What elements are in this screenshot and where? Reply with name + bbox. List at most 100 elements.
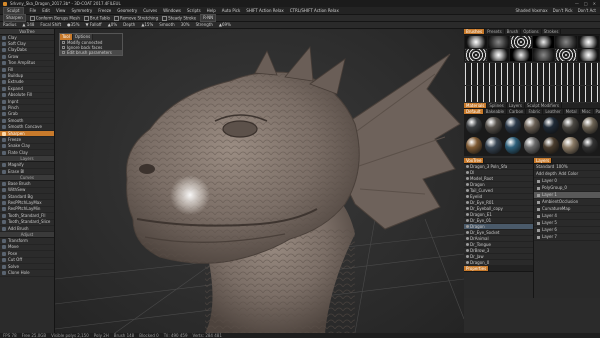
visibility-eye-icon[interactable] [466, 195, 469, 198]
visibility-eye-icon[interactable] [466, 243, 469, 246]
material-category-bakeable[interactable]: Bakeable [484, 109, 508, 114]
menu-freeze[interactable]: Freeze [98, 8, 111, 13]
material-category-carbon[interactable]: Carbon [507, 109, 527, 114]
tab-brushes[interactable]: Brushes [464, 29, 486, 34]
tab-strokes[interactable]: Strokes [542, 29, 562, 34]
layer-item[interactable]: PolyGroup_0 [534, 185, 600, 192]
material-category-fabric[interactable]: Fabric [526, 109, 544, 114]
steady-stroke-toggle[interactable]: Steady Stroke [162, 16, 196, 21]
focal-shift-value[interactable]: ●35% [67, 23, 79, 27]
material-swatch[interactable] [466, 117, 483, 134]
brush-alpha[interactable] [465, 36, 487, 48]
checkbox-icon[interactable] [62, 41, 65, 44]
falloff-value[interactable]: ▲0% [108, 23, 117, 27]
visibility-eye-icon[interactable] [466, 171, 469, 174]
dont-act-toggle[interactable]: Don't Act [578, 8, 596, 13]
material-category-paint[interactable]: Paint [594, 109, 600, 114]
material-swatch[interactable] [523, 117, 541, 134]
stroke-presets[interactable] [465, 63, 599, 85]
sharpen-button[interactable]: Sharpen [3, 14, 26, 22]
menu-scripts[interactable]: Scripts [187, 8, 201, 13]
material-swatch[interactable] [543, 117, 560, 134]
menu-symmetry[interactable]: Symmetry [71, 8, 92, 13]
layer-item[interactable]: AmbientOcclusion [534, 199, 600, 206]
visibility-eye-icon[interactable] [537, 235, 540, 239]
tab-materials[interactable]: Materials [464, 103, 488, 108]
brush-alpha[interactable] [465, 49, 487, 61]
material-swatch[interactable] [466, 137, 483, 154]
layer-item[interactable]: Layer 1 [534, 192, 600, 199]
menu-geometry[interactable]: Geometry [117, 8, 137, 13]
dont-pick-toggle[interactable]: Don't Pick [553, 8, 573, 13]
tab-sculpt-modifiers[interactable]: Sculpt Modifiers [525, 103, 563, 108]
layer-item[interactable]: Layer 6 [534, 227, 600, 234]
visibility-eye-icon[interactable] [466, 189, 469, 192]
material-swatch[interactable] [523, 137, 541, 154]
material-swatch[interactable] [543, 137, 560, 154]
minimize-button[interactable]: — [575, 1, 579, 6]
close-button[interactable]: ✕ [593, 1, 596, 6]
visibility-eye-icon[interactable] [466, 261, 469, 264]
visibility-eye-icon[interactable] [466, 219, 469, 222]
visibility-eye-icon[interactable] [537, 193, 540, 197]
brush-alpha[interactable] [487, 49, 509, 61]
menu-file[interactable]: File [30, 8, 37, 13]
menu-help[interactable]: Help [207, 8, 216, 13]
visibility-eye-icon[interactable] [537, 179, 540, 183]
material-swatch[interactable] [504, 117, 521, 134]
strength-value[interactable]: ▲69% [219, 23, 231, 27]
remove-stretching-toggle[interactable]: Remove Stretching [114, 16, 158, 21]
material-swatch[interactable] [485, 137, 502, 154]
edit-brush-params-option[interactable]: Edit brush parameters [60, 50, 122, 55]
brush-alpha[interactable] [577, 49, 599, 61]
tab-properties[interactable]: Properties [464, 266, 490, 271]
sidebar-tool-clone-hole[interactable]: Clone Hole [0, 270, 54, 277]
visibility-eye-icon[interactable] [466, 213, 469, 216]
material-swatch[interactable] [485, 117, 502, 134]
tab-options[interactable]: Options [521, 29, 542, 34]
brush-alpha[interactable] [487, 36, 509, 48]
stroke-mode-button[interactable]: R-NN [200, 14, 217, 22]
tab-brush[interactable]: Brush [505, 29, 522, 34]
auto-pick-toggle[interactable]: Auto Pick [222, 8, 241, 13]
layer-item[interactable]: Layer 4 [534, 213, 600, 220]
material-swatch[interactable] [504, 137, 521, 154]
brut-tablo-toggle[interactable]: Brut Tablo [84, 16, 110, 21]
menu-curves[interactable]: Curves [143, 8, 157, 13]
brush-alpha[interactable] [532, 36, 554, 48]
layer-opacity[interactable]: 100% [556, 165, 567, 169]
tab-layers[interactable]: Layers [507, 103, 525, 108]
brush-alpha[interactable] [510, 36, 532, 48]
maximize-button[interactable]: □ [584, 1, 588, 6]
visibility-eye-icon[interactable] [466, 249, 469, 252]
material-swatch[interactable] [562, 117, 579, 134]
material-category-default[interactable]: Default [464, 109, 484, 114]
menu-view[interactable]: View [56, 8, 66, 13]
tab-layers-panel[interactable]: Layers [534, 158, 553, 163]
visibility-eye-icon[interactable] [537, 214, 540, 218]
visibility-eye-icon[interactable] [466, 165, 469, 168]
brush-alpha[interactable] [555, 49, 577, 61]
visibility-eye-icon[interactable] [466, 255, 469, 258]
layer-item[interactable]: Layer 7 [534, 234, 600, 241]
add-depth-toggle[interactable]: Add depth [536, 172, 557, 176]
visibility-eye-icon[interactable] [466, 183, 469, 186]
radius-value[interactable]: ▲ 148 [22, 23, 34, 27]
material-category-misc[interactable]: Misc [580, 109, 594, 114]
visibility-eye-icon[interactable] [537, 186, 540, 190]
viewport-3d[interactable]: Tool Options Modify connected Ignore bac… [55, 29, 464, 333]
blend-mode-select[interactable]: Standard [536, 165, 554, 169]
visibility-eye-icon[interactable] [537, 228, 540, 232]
brush-alpha[interactable] [555, 36, 577, 48]
checkbox-icon[interactable] [62, 51, 65, 54]
add-color-toggle[interactable]: Add Color [559, 172, 578, 176]
depth-value[interactable]: ▲15% [141, 23, 153, 27]
tab-presets[interactable]: Presets [485, 29, 505, 34]
material-swatch[interactable] [581, 137, 598, 154]
material-category-leather[interactable]: Leather [543, 109, 564, 114]
tab-splines[interactable]: Splines [487, 103, 507, 108]
visibility-eye-icon[interactable] [537, 207, 540, 211]
visibility-eye-icon[interactable] [466, 177, 469, 180]
visibility-eye-icon[interactable] [466, 201, 469, 204]
visibility-eye-icon[interactable] [466, 237, 469, 240]
